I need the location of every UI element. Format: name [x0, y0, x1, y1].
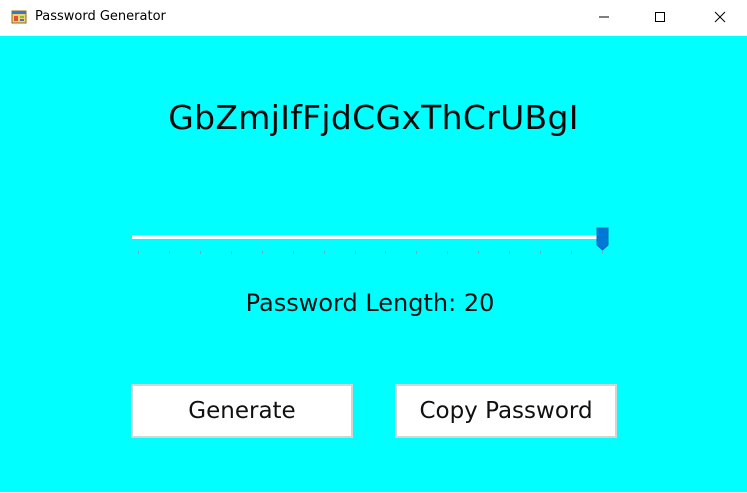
slider-tick: [385, 251, 387, 254]
slider-tick: [416, 251, 418, 254]
generate-button[interactable]: Generate: [131, 384, 353, 438]
app-window-icon: [11, 9, 27, 25]
close-button[interactable]: [697, 0, 743, 34]
maximize-icon: [654, 8, 666, 27]
slider-tick: [168, 251, 170, 254]
minimize-button[interactable]: [581, 0, 627, 34]
close-icon: [714, 8, 726, 27]
minimize-icon: [598, 8, 610, 27]
slider-tick: [509, 251, 511, 254]
password-length-label: Password Length: 20: [245, 289, 495, 317]
slider-track[interactable]: [132, 235, 602, 239]
copy-password-button[interactable]: Copy Password: [395, 384, 617, 438]
slider-tick: [447, 251, 449, 254]
slider-tick: [230, 251, 232, 254]
slider-tick: [261, 251, 263, 254]
password-length-slider[interactable]: [132, 220, 612, 260]
window-title: Password Generator: [35, 9, 166, 24]
client-area: GbZmjIfFjdCGxThCrUBgI Password Length: 2…: [0, 36, 747, 492]
slider-thumb[interactable]: [596, 227, 609, 251]
slider-tick: [602, 251, 603, 254]
slider-tick: [292, 251, 294, 254]
slider-tick: [571, 251, 573, 254]
password-generator-window: Password Generator GbZmjIfFjdCGxThCrUBgI…: [0, 0, 747, 493]
slider-tick: [354, 251, 356, 254]
title-bar[interactable]: Password Generator: [0, 0, 747, 36]
slider-tick: [199, 251, 201, 254]
slider-tick: [540, 251, 542, 254]
slider-tick: [138, 251, 139, 254]
maximize-button[interactable]: [637, 0, 683, 34]
password-display: GbZmjIfFjdCGxThCrUBgI: [168, 98, 579, 137]
slider-tick: [323, 251, 325, 254]
slider-tick: [478, 251, 480, 254]
